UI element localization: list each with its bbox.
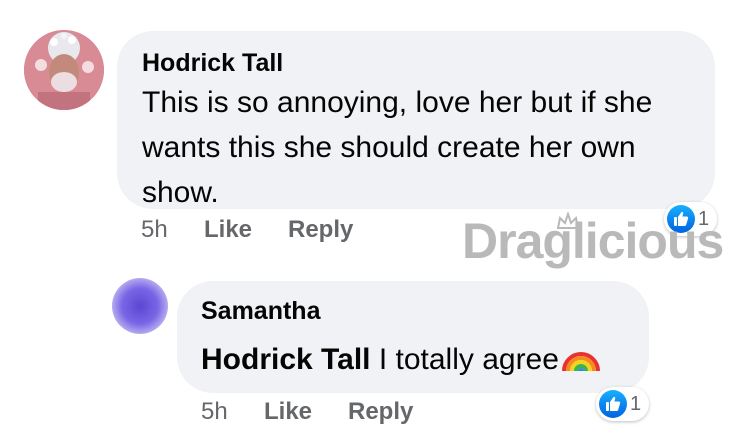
thumbs-up-icon bbox=[599, 390, 627, 418]
reaction-count: 1 bbox=[630, 392, 642, 415]
reply-author[interactable]: Samantha bbox=[201, 297, 320, 326]
reply-button[interactable]: Reply bbox=[288, 216, 353, 244]
watermark-logo: Draglicious bbox=[462, 213, 724, 269]
like-button[interactable]: Like bbox=[204, 216, 252, 244]
comment-author[interactable]: Hodrick Tall bbox=[142, 49, 283, 78]
comment-timestamp[interactable]: 5h bbox=[141, 216, 168, 244]
comment-text: This is so annoying, love her but if she… bbox=[142, 86, 653, 209]
reply-message: I totally agree bbox=[370, 343, 559, 376]
rainbow-emoji bbox=[561, 352, 600, 372]
reply-like-button[interactable]: Like bbox=[264, 398, 312, 426]
mention-link[interactable]: Hodrick Tall bbox=[201, 343, 370, 376]
reply-reply-button[interactable]: Reply bbox=[348, 398, 413, 426]
avatar-hodrick-tall[interactable] bbox=[24, 30, 104, 110]
reply-timestamp[interactable]: 5h bbox=[201, 398, 228, 426]
avatar-image bbox=[24, 30, 104, 110]
comment-thread: Hodrick Tall This is so annoying, love h… bbox=[0, 0, 750, 437]
reply-reaction-summary[interactable]: 1 bbox=[596, 387, 650, 421]
avatar-samantha[interactable] bbox=[112, 278, 168, 334]
reply-text: Hodrick Tall I totally agree bbox=[201, 340, 601, 380]
